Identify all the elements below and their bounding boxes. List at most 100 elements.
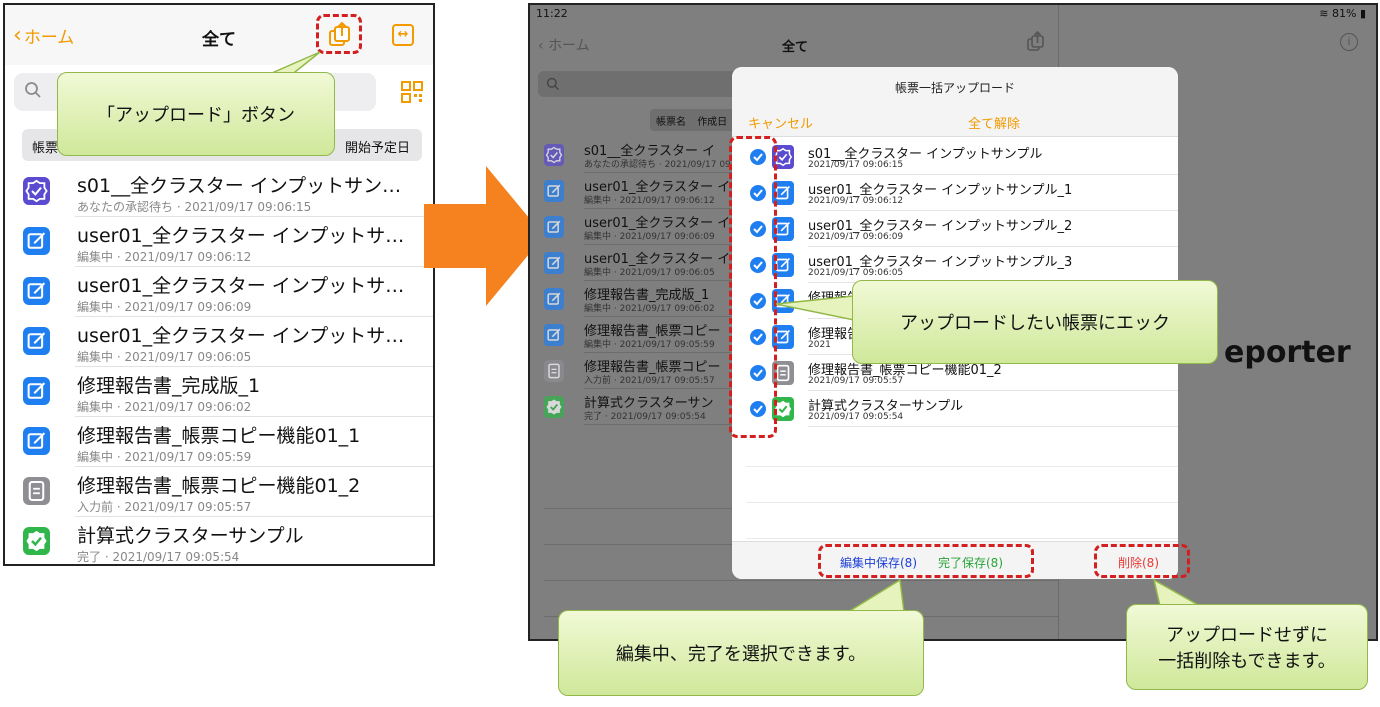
search-icon — [546, 77, 559, 90]
callout-text: 「アップロード」ボタン — [97, 105, 295, 126]
item-subtitle: 編集中 · 2021/09/17 09:05:59 — [77, 450, 252, 464]
check-badge-icon — [23, 527, 50, 555]
edit-icon — [23, 377, 50, 405]
document-stack-icon — [544, 360, 564, 382]
qr-code-icon[interactable] — [401, 81, 423, 103]
item-subtitle: 編集中 · 2021/09/17 09:05:59 — [584, 340, 715, 350]
item-name: user01_全クラスター インプットサ… — [77, 275, 405, 297]
callout-text: 編集中、完了を選択できます。 — [615, 644, 867, 665]
wifi-icon: ≋ — [1319, 7, 1332, 20]
form-list: s01__全クラスター インプットサン… あなたの承認待ち · 2021/09/1… — [5, 167, 433, 564]
battery-icon: ▮ — [1359, 7, 1366, 20]
battery-level: 81% — [1331, 7, 1357, 20]
item-subtitle: あなたの承認待ち · 2021/09/17 09:06 — [584, 160, 746, 170]
item-subtitle: 2021/09/17 09:06:05 — [808, 268, 904, 278]
item-subtitle: 2021/09/17 09:06:12 — [808, 196, 904, 206]
back-button[interactable]: ‹ ホーム — [538, 35, 590, 55]
edit-icon — [544, 252, 564, 274]
search-icon — [25, 82, 41, 98]
list-item[interactable]: s01__全クラスター インプットサンプル 2021/09/17 09:06:15 — [750, 139, 1178, 175]
info-icon[interactable]: i — [1340, 33, 1358, 51]
callout-text-line1: アップロードせずに — [1166, 625, 1328, 646]
list-item[interactable]: user01_全クラスター インプットサンプル_3 2021/09/17 09:0… — [750, 247, 1178, 283]
expand-button[interactable]: ↔ — [392, 24, 414, 46]
item-subtitle: あなたの承認待ち · 2021/09/17 09:06:15 — [77, 200, 312, 214]
item-name: user01_全クラスター インプットサ… — [77, 325, 405, 347]
item-subtitle: 編集中 · 2021/09/17 09:06:12 — [77, 250, 252, 264]
list-item[interactable]: 修理報告書_帳票コピー機能01_1 編集中 · 2021/09/17 09:05:… — [23, 417, 433, 467]
edit-icon — [544, 324, 564, 346]
list-item[interactable]: 修理報告書_完成版_1 編集中 · 2021/09/17 09:06:02 — [23, 367, 433, 417]
highlight-upload-button — [316, 14, 362, 54]
expand-arrows-icon: ↔ — [397, 27, 409, 42]
list-item[interactable]: user01_全クラスター インプットサ… 編集中 · 2021/09/17 09… — [23, 267, 433, 317]
edit-icon — [544, 216, 564, 238]
clear-all-button[interactable]: 全て解除 — [968, 113, 1020, 132]
item-subtitle: 編集中 · 2021/09/17 09:06:12 — [584, 196, 715, 206]
list-item[interactable]: s01__全クラスター インプットサン… あなたの承認待ち · 2021/09/1… — [23, 167, 433, 217]
cancel-button[interactable]: キャンセル — [748, 113, 813, 132]
battery-status: ≋ 81% ▮ — [1319, 7, 1366, 20]
highlight-delete-button — [1094, 544, 1190, 578]
list-item[interactable]: user01_全クラスター インプットサ… 編集中 · 2021/09/17 09… — [23, 217, 433, 267]
callout-text: アップロードしたい帳票にエック — [900, 313, 1170, 334]
empty-rows — [746, 431, 1178, 539]
item-name: user01_全クラスター インプットサ… — [77, 225, 405, 247]
item-name: s01__全クラスター インプットサン… — [77, 175, 402, 197]
list-item[interactable]: user01_全クラスター インプットサンプル_2 2021/09/17 09:0… — [750, 211, 1178, 247]
item-name: 修理報告書_帳票コピー機能01_1 — [77, 425, 361, 447]
callout-tail — [775, 295, 855, 321]
item-subtitle: 2021 — [808, 340, 831, 350]
item-subtitle: 入力前 · 2021/09/17 09:05:57 — [77, 500, 252, 514]
sort-label-form-name: 帳票名 — [656, 117, 686, 128]
list-item[interactable]: user01_全クラスター インプットサンプル_1 2021/09/17 09:0… — [750, 175, 1178, 211]
item-name: 計算式クラスターサンプル — [77, 525, 304, 547]
edit-icon — [544, 288, 564, 310]
list-item[interactable]: user01_全クラスター インプットサ… 編集中 · 2021/09/17 09… — [23, 317, 433, 367]
item-subtitle: 2021/09/17 09:05:54 — [808, 412, 904, 422]
approval-badge-icon — [23, 177, 50, 205]
sort-label-form: 帳票 — [32, 141, 59, 156]
dialog-title: 帳票一括アップロード — [894, 81, 1015, 95]
check-badge-icon — [544, 396, 564, 418]
item-subtitle: 編集中 · 2021/09/17 09:06:05 — [77, 350, 252, 364]
item-subtitle: 編集中 · 2021/09/17 09:06:05 — [584, 268, 715, 278]
item-name: 修理報告書_完成版_1 — [77, 375, 261, 397]
callout-text-line2: 一括削除もできます。 — [1158, 651, 1336, 672]
callout-check-forms: アップロードしたい帳票にエック — [852, 280, 1218, 364]
callout-bulk-delete: アップロードせずに 一括削除もできます。 — [1126, 604, 1368, 690]
chevron-left-icon: ‹ — [538, 38, 549, 54]
item-subtitle: 2021/09/17 09:05:57 — [808, 376, 904, 386]
item-subtitle: 2021/09/17 09:06:09 — [808, 232, 904, 242]
highlight-save-buttons — [818, 544, 1034, 578]
edit-icon — [544, 180, 564, 202]
approval-badge-icon — [544, 144, 564, 166]
list-item[interactable]: 計算式クラスターサンプル 完了 · 2021/09/17 09:05:54 — [23, 517, 433, 564]
page-title: 全て — [782, 40, 809, 55]
upload-icon[interactable] — [1026, 31, 1046, 53]
item-subtitle: 編集中 · 2021/09/17 09:06:02 — [584, 304, 715, 314]
item-subtitle: 編集中 · 2021/09/17 09:06:09 — [77, 300, 252, 314]
edit-icon — [23, 227, 50, 255]
edit-icon — [23, 427, 50, 455]
item-subtitle: 入力前 · 2021/09/17 09:05:57 — [584, 376, 715, 386]
sort-label-start-date: 開始予定日 — [344, 141, 410, 156]
page-title: 全て — [202, 30, 236, 50]
callout-select-status: 編集中、完了を選択できます。 — [558, 610, 924, 696]
edit-icon — [23, 277, 50, 305]
callout-tail — [846, 578, 905, 612]
document-stack-icon — [23, 477, 50, 505]
list-item[interactable]: 計算式クラスターサンプル 2021/09/17 09:05:54 — [750, 391, 1178, 427]
item-subtitle: 編集中 · 2021/09/17 09:06:02 — [77, 400, 252, 414]
callout-upload-button: 「アップロード」ボタン — [57, 72, 335, 156]
brand-logo-text: eporter — [1224, 335, 1351, 370]
item-subtitle: 2021/09/17 09:06:15 — [808, 160, 904, 170]
back-label: ホーム — [548, 38, 590, 54]
highlight-checkboxes — [729, 136, 777, 438]
list-item[interactable]: 修理報告書_帳票コピー機能01_2 入力前 · 2021/09/17 09:05:… — [23, 467, 433, 517]
edit-icon — [23, 327, 50, 355]
item-subtitle: 編集中 · 2021/09/17 09:06:09 — [584, 232, 715, 242]
dialog-header: 帳票一括アップロード キャンセル 全て解除 — [732, 67, 1178, 137]
item-subtitle: 完了 · 2021/09/17 09:05:54 — [584, 412, 706, 422]
sort-label-created: 作成日 — [697, 117, 728, 128]
